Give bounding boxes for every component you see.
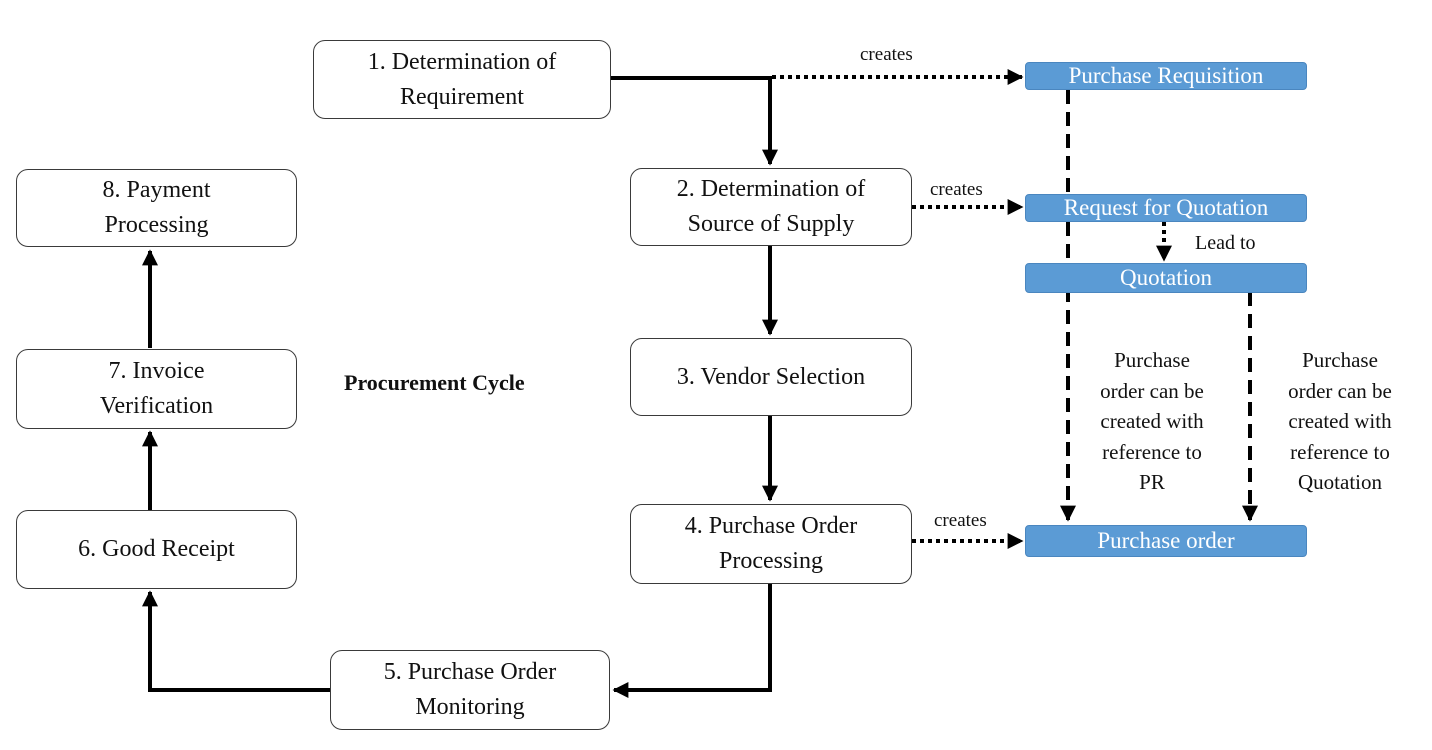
step-label: 3. Vendor Selection — [676, 363, 866, 390]
doc-purchase-requisition[interactable]: Purchase Requisition — [1025, 62, 1307, 90]
step-determination-of-source[interactable]: 2. Determination of Source of Supply — [630, 168, 912, 246]
edge-label-lead-to: Lead to — [1195, 232, 1256, 254]
flow-4-to-5 — [612, 584, 772, 698]
note-line: Purchase — [1302, 348, 1378, 372]
note-line: created with — [1288, 409, 1392, 433]
flow-1-to-2 — [611, 76, 778, 166]
step-payment-processing[interactable]: 8. Payment Processing — [16, 169, 297, 247]
note-line: reference to — [1290, 439, 1390, 464]
step-label: 4. Purchase Order — [684, 513, 858, 539]
doc-quotation[interactable]: Quotation — [1025, 263, 1307, 293]
step-good-receipt[interactable]: 6. Good Receipt — [16, 510, 297, 589]
note-line: order can be — [1288, 378, 1392, 403]
step-invoice-verification[interactable]: 7. Invoice Verification — [16, 349, 297, 429]
step-label: Processing — [718, 548, 823, 574]
step-label: 7. Invoice — [108, 358, 205, 384]
step-label: 6. Good Receipt — [78, 536, 235, 562]
step-label: Requirement — [400, 83, 524, 110]
doc-purchase-order[interactable]: Purchase order — [1025, 525, 1307, 557]
flow-5-to-6 — [142, 590, 330, 692]
note-reference-to-quotation: Purchase order can be created with refer… — [1270, 345, 1410, 498]
note-reference-to-pr: Purchase order can be created with refer… — [1082, 345, 1222, 498]
step-label: 5. Purchase Order — [383, 659, 557, 685]
note-line: order can be — [1100, 378, 1204, 403]
edge-label-creates-pr: creates — [860, 44, 913, 65]
step-purchase-order-monitoring[interactable]: 5. Purchase Order Monitoring — [330, 650, 610, 730]
step-label: 1. Determination of — [367, 48, 557, 75]
step-determination-of-requirement[interactable]: 1. Determination of Requirement — [313, 40, 611, 119]
diagram-title: Procurement Cycle — [344, 370, 525, 395]
step-label: Processing — [104, 212, 209, 238]
note-line: reference to — [1102, 439, 1202, 464]
edge-label-creates-po: creates — [934, 510, 987, 531]
step-label: 2. Determination of — [676, 176, 866, 202]
step-vendor-selection[interactable]: 3. Vendor Selection — [630, 338, 912, 416]
step-label: Source of Supply — [687, 211, 855, 237]
step-label: Monitoring — [415, 694, 525, 720]
step-purchase-order-processing[interactable]: 4. Purchase Order Processing — [630, 504, 912, 584]
note-line: created with — [1100, 409, 1204, 433]
note-line: Quotation — [1298, 470, 1382, 494]
doc-request-for-quotation[interactable]: Request for Quotation — [1025, 194, 1307, 222]
note-line: Purchase — [1114, 348, 1190, 372]
note-line: PR — [1139, 470, 1165, 494]
edge-label-creates-rfq: creates — [930, 179, 983, 200]
step-label: 8. Payment — [102, 177, 211, 203]
step-label: Verification — [99, 393, 214, 419]
